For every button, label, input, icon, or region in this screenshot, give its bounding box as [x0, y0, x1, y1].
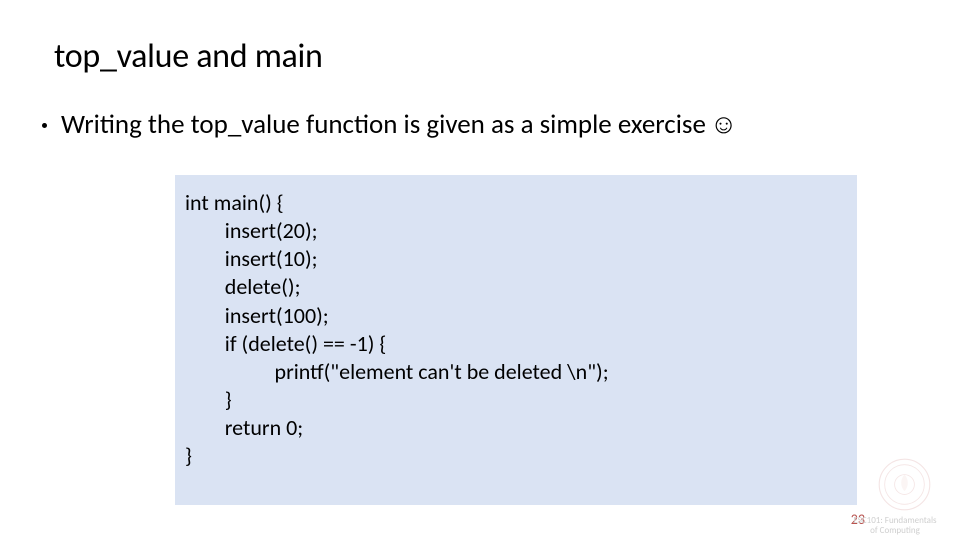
code-line: insert(20);	[185, 217, 847, 245]
code-line: return 0;	[185, 414, 847, 442]
bullet-dot-icon	[42, 123, 47, 128]
code-line: printf("element can't be deleted \n");	[185, 358, 847, 386]
code-line: }	[185, 386, 847, 414]
code-line: delete();	[185, 273, 847, 301]
institution-logo-icon	[877, 457, 932, 512]
code-line: insert(100);	[185, 302, 847, 330]
code-line: if (delete() == -1) {	[185, 330, 847, 358]
bullet-line: Writing the top_value function is given …	[42, 108, 738, 141]
code-line: }	[185, 442, 847, 470]
bullet-text: Writing the top_value function is given …	[61, 108, 706, 141]
footer-line2: of Computing	[840, 526, 950, 536]
slide-title: top_value and main	[54, 36, 323, 77]
footer-course-label: ESC101: Fundamentals of Computing	[840, 516, 950, 536]
code-block: int main() { insert(20); insert(10); del…	[175, 175, 857, 505]
smiley-icon: ☺	[710, 109, 738, 140]
code-line: int main() {	[185, 189, 847, 217]
code-line: insert(10);	[185, 245, 847, 273]
